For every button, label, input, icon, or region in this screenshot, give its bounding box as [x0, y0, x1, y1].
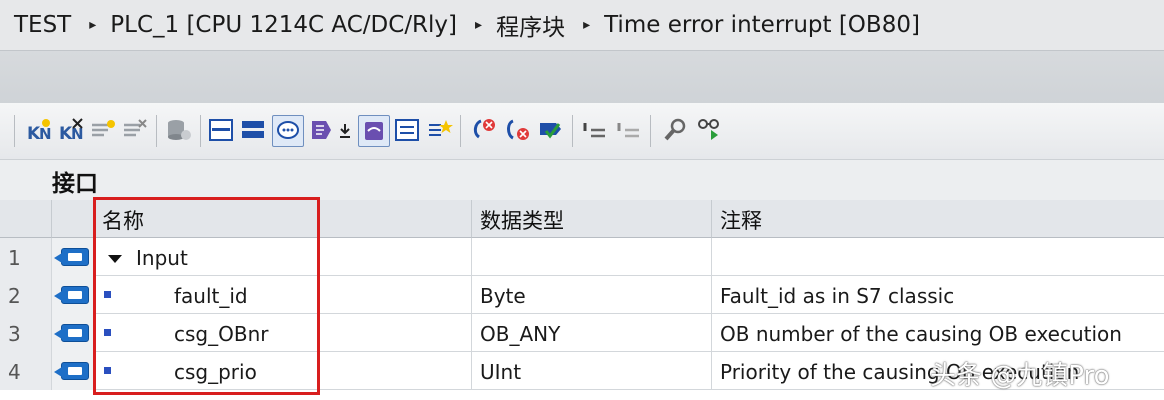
interface-port-icon	[54, 286, 89, 304]
name-cell[interactable]: Input	[94, 238, 472, 276]
breadcrumb-separator: ▸	[583, 17, 591, 33]
comment-cell[interactable]	[712, 238, 1164, 276]
table-row[interactable]: 3 csg_OBnr OB_ANY OB number of the causi…	[0, 314, 1164, 352]
delete-network-icon[interactable]	[120, 115, 150, 145]
interface-icon-cell	[52, 352, 94, 390]
header-name[interactable]: 名称	[94, 200, 472, 238]
name-value: Input	[136, 246, 188, 270]
editor-band	[0, 50, 1164, 104]
toolbar-separator	[14, 115, 15, 147]
header-data-type[interactable]: 数据类型	[472, 200, 712, 238]
type-cell[interactable]	[472, 238, 712, 276]
row-number: 1	[0, 238, 52, 276]
row-number: 2	[0, 276, 52, 314]
insert-network-icon[interactable]	[88, 115, 118, 145]
toolbar-separator	[460, 115, 461, 147]
insert-row-icon[interactable]: KN	[24, 115, 54, 145]
outdent-icon[interactable]	[614, 115, 644, 145]
breadcrumb-plc[interactable]: PLC_1 [CPU 1214C AC/DC/Rly]	[110, 12, 457, 38]
type-cell[interactable]: UInt	[472, 352, 712, 390]
breadcrumb: TEST ▸ PLC_1 [CPU 1214C AC/DC/Rly] ▸ 程序块…	[0, 0, 1164, 50]
comment-cell[interactable]: Fault_id as in S7 classic	[712, 276, 1164, 314]
toolbar-separator	[156, 115, 157, 147]
row-number: 3	[0, 314, 52, 352]
interface-port-icon	[54, 248, 89, 266]
parameter-bullet-icon	[104, 367, 111, 374]
parameter-bullet-icon	[104, 329, 111, 336]
table-row[interactable]: 1 Input	[0, 238, 1164, 276]
list-icon[interactable]	[392, 115, 422, 145]
go-back-icon[interactable]	[502, 115, 532, 145]
breadcrumb-project[interactable]: TEST	[0, 12, 71, 38]
star-icon[interactable]	[424, 115, 454, 145]
watch-icon[interactable]	[358, 115, 390, 147]
toolbar-separator	[650, 115, 651, 147]
toolbar-separator	[200, 115, 201, 147]
favorites-icon[interactable]	[308, 115, 338, 145]
dropdown-arrow-icon[interactable]	[336, 115, 354, 145]
header-icon	[52, 200, 94, 238]
collapse-all-icon[interactable]	[206, 115, 236, 145]
svg-text:N: N	[39, 125, 52, 143]
name-value: csg_prio	[174, 360, 257, 384]
indent-icon[interactable]	[580, 115, 610, 145]
interface-port-icon	[54, 324, 89, 342]
database-icon[interactable]	[164, 115, 194, 145]
expand-all-icon[interactable]	[238, 115, 268, 145]
table-row[interactable]: 2 fault_id Byte Fault_id as in S7 classi…	[0, 276, 1164, 314]
parameter-bullet-icon	[104, 291, 111, 298]
interface-section: 接口	[0, 160, 1164, 200]
type-cell[interactable]: OB_ANY	[472, 314, 712, 352]
find-icon[interactable]	[660, 115, 690, 145]
section-title: 接口	[52, 171, 98, 197]
toolbar-separator	[572, 115, 573, 147]
breadcrumb-separator: ▸	[89, 17, 97, 33]
comment-icon[interactable]	[272, 115, 304, 147]
monitor-icon[interactable]	[694, 115, 724, 145]
row-number: 4	[0, 352, 52, 390]
name-cell[interactable]: csg_prio	[94, 352, 472, 390]
block-editor-toolbar: KN KN	[0, 103, 1164, 160]
collapse-triangle-icon[interactable]	[108, 254, 122, 263]
interface-icon-cell	[52, 314, 94, 352]
header-comment[interactable]: 注释	[712, 200, 1164, 238]
name-value: csg_OBnr	[174, 322, 269, 346]
type-cell[interactable]: Byte	[472, 276, 712, 314]
name-cell[interactable]: fault_id	[94, 276, 472, 314]
name-cell[interactable]: csg_OBnr	[94, 314, 472, 352]
compile-check-icon[interactable]	[536, 115, 566, 145]
breadcrumb-program-blocks[interactable]: 程序块	[496, 8, 565, 42]
delete-row-icon[interactable]: KN	[56, 115, 86, 145]
breadcrumb-separator: ▸	[475, 17, 483, 33]
interface-icon-cell	[52, 276, 94, 314]
breadcrumb-current-block: Time error interrupt [OB80]	[604, 12, 920, 38]
interface-icon-cell	[52, 238, 94, 276]
interface-port-icon	[54, 362, 89, 380]
name-value: fault_id	[174, 284, 248, 308]
header-rownum	[0, 200, 52, 238]
watermark: 头条 @九镇Pro	[930, 361, 1110, 391]
call-error-icon[interactable]	[468, 115, 498, 145]
comment-cell[interactable]: OB number of the causing OB execution	[712, 314, 1164, 352]
